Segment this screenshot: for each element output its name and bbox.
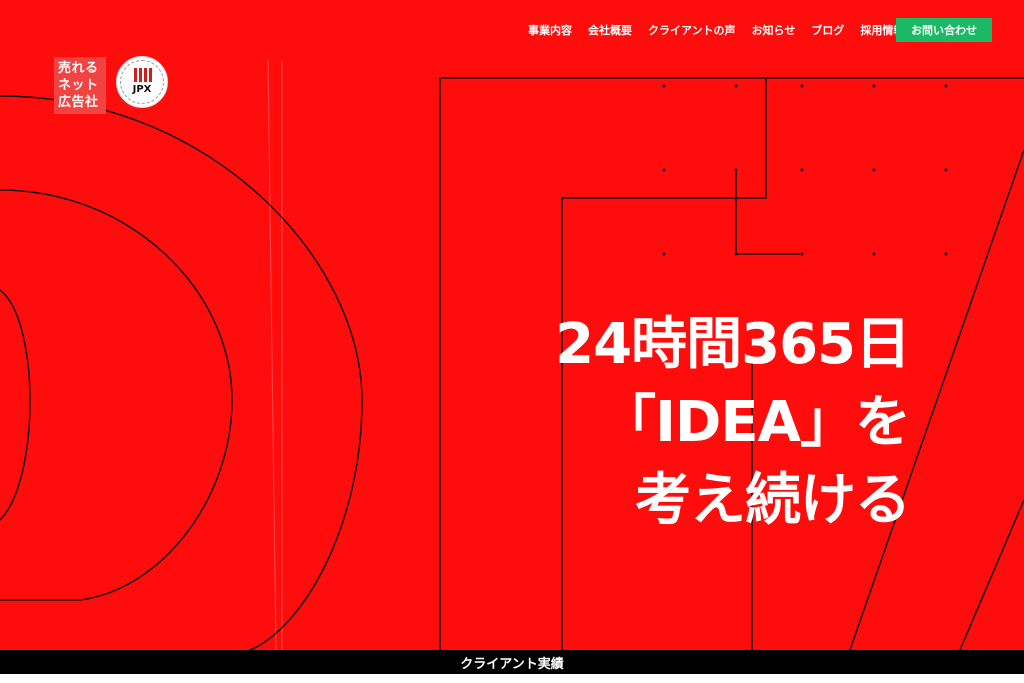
hero-line-1: 24時間365日 xyxy=(555,312,911,377)
hero-headline: 24時間365日 「IDEA」を 考え続ける xyxy=(555,306,911,540)
hero-line-3: 考え続ける xyxy=(635,468,911,533)
logo-line-1: 売れる xyxy=(58,61,99,76)
jpx-listed-badge: JPX xyxy=(116,56,168,108)
badge-ring xyxy=(120,60,164,104)
badge-text: JPX xyxy=(132,84,152,95)
company-logo[interactable]: 売れる ネット 広告社 xyxy=(54,57,106,114)
hero-line-2: 「IDEA」を xyxy=(600,390,911,455)
nav-item-blog[interactable]: ブログ xyxy=(811,22,844,38)
logo-line-2: ネット xyxy=(58,78,99,93)
contact-button[interactable]: お問い合わせ xyxy=(896,18,992,42)
jpx-mark-icon xyxy=(133,68,153,82)
page-bottom-strip xyxy=(0,674,1024,683)
nav-item-client-voices[interactable]: クライアントの声 xyxy=(648,22,736,38)
nav-item-company[interactable]: 会社概要 xyxy=(588,22,632,38)
global-nav: 事業内容 会社概要 クライアントの声 お知らせ ブログ 採用情報 xyxy=(528,22,920,38)
logo-line-3: 広告社 xyxy=(58,95,99,110)
nav-item-services[interactable]: 事業内容 xyxy=(528,22,572,38)
section-title: クライアント実績 xyxy=(460,656,564,672)
nav-item-news[interactable]: お知らせ xyxy=(752,22,796,38)
client-results-section-bar: クライアント実績 xyxy=(0,650,1024,674)
